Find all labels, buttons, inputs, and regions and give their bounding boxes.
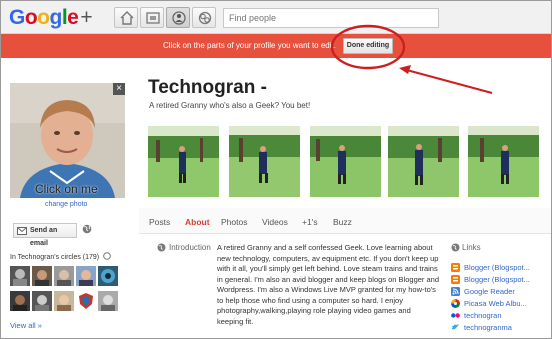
introduction-label: Introduction	[169, 243, 211, 252]
photo-icon	[146, 12, 160, 24]
home-icon	[120, 11, 134, 25]
visibility-globe-icon[interactable]	[82, 224, 92, 234]
profile-tagline[interactable]: A retired Granny who's also a Geek? You …	[149, 101, 310, 110]
blogger-icon	[451, 275, 460, 284]
link-label: Google Reader	[464, 287, 515, 296]
circles-info-icon[interactable]	[103, 252, 111, 260]
photo-thumbnail[interactable]	[388, 126, 459, 197]
circle-avatar[interactable]	[32, 291, 52, 311]
email-icon	[17, 227, 27, 235]
circles-title-text: In Technogran's circles (179)	[10, 254, 100, 261]
tab-about[interactable]: About	[185, 217, 210, 227]
blogger-icon	[451, 263, 460, 272]
profile-tabs: Posts About Photos Videos +1's Buzz	[139, 208, 551, 234]
rss-icon	[451, 287, 460, 296]
link-label: Blogger (Blogspot...	[464, 275, 530, 284]
circle-avatar[interactable]	[54, 291, 74, 311]
flickr-icon	[451, 313, 460, 318]
photo-thumbnail[interactable]	[229, 126, 300, 197]
twitter-icon	[452, 324, 459, 330]
circles-title: In Technogran's circles (179)	[10, 252, 111, 261]
profile-button[interactable]	[166, 7, 190, 28]
tab-buzz[interactable]: Buzz	[333, 217, 352, 227]
remove-photo-button[interactable]: ×	[113, 83, 125, 95]
annotation-arrow-line	[402, 68, 493, 94]
circle-avatar[interactable]	[98, 266, 118, 286]
circle-avatar[interactable]	[98, 291, 118, 311]
photos-button[interactable]	[140, 7, 164, 28]
links-label: Links	[462, 243, 481, 252]
profile-page: Google+ Click on the parts of your profi…	[0, 0, 552, 339]
profile-photo[interactable]	[10, 83, 125, 198]
circle-avatar[interactable]	[32, 266, 52, 286]
send-email-label: Send an email	[30, 227, 58, 247]
introduction-text[interactable]: A retired Granny and a self confessed Ge…	[217, 243, 439, 327]
tab-photos[interactable]: Photos	[221, 217, 247, 227]
send-email-button[interactable]: Send an email	[13, 223, 77, 247]
google-plus-logo[interactable]: Google+	[9, 6, 93, 30]
top-bar: Google+	[1, 1, 551, 34]
edit-mode-bar: Click on the parts of your profile you w…	[1, 34, 551, 58]
circle-avatar[interactable]	[54, 266, 74, 286]
annotation-arrowhead	[399, 65, 411, 74]
photo-overlay-text: Click on me	[35, 182, 98, 196]
visibility-globe-icon[interactable]	[451, 243, 460, 252]
link-label: Blogger (Blogspot...	[464, 263, 530, 272]
circle-avatar[interactable]	[10, 291, 30, 311]
visibility-globe-icon[interactable]	[157, 243, 166, 252]
search-input[interactable]	[223, 8, 439, 28]
photo-thumbnail[interactable]	[148, 126, 219, 197]
link-label: Picasa Web Albu...	[464, 299, 527, 308]
circles-icon	[198, 11, 212, 25]
link-label: technogran	[464, 311, 502, 320]
change-photo-link[interactable]: change photo	[45, 201, 87, 208]
tab-posts[interactable]: Posts	[149, 217, 170, 227]
profile-name[interactable]: Technogran -	[148, 77, 267, 99]
view-all-link[interactable]: View all »	[10, 321, 42, 330]
home-button[interactable]	[114, 7, 138, 28]
circle-avatar[interactable]	[76, 291, 96, 311]
circle-avatar[interactable]	[10, 266, 30, 286]
circles-button[interactable]	[192, 7, 216, 28]
edit-instructions: Click on the parts of your profile you w…	[163, 41, 336, 50]
tab-videos[interactable]: Videos	[262, 217, 288, 227]
done-editing-button[interactable]: Done editing	[343, 38, 393, 54]
profile-icon	[172, 11, 186, 25]
circle-avatar[interactable]	[76, 266, 96, 286]
link-label: technogranma	[464, 323, 512, 332]
tab-plus-ones[interactable]: +1's	[302, 217, 318, 227]
photo-thumbnail[interactable]	[468, 126, 539, 197]
photo-thumbnail[interactable]	[310, 126, 381, 197]
picasa-icon	[451, 299, 460, 308]
